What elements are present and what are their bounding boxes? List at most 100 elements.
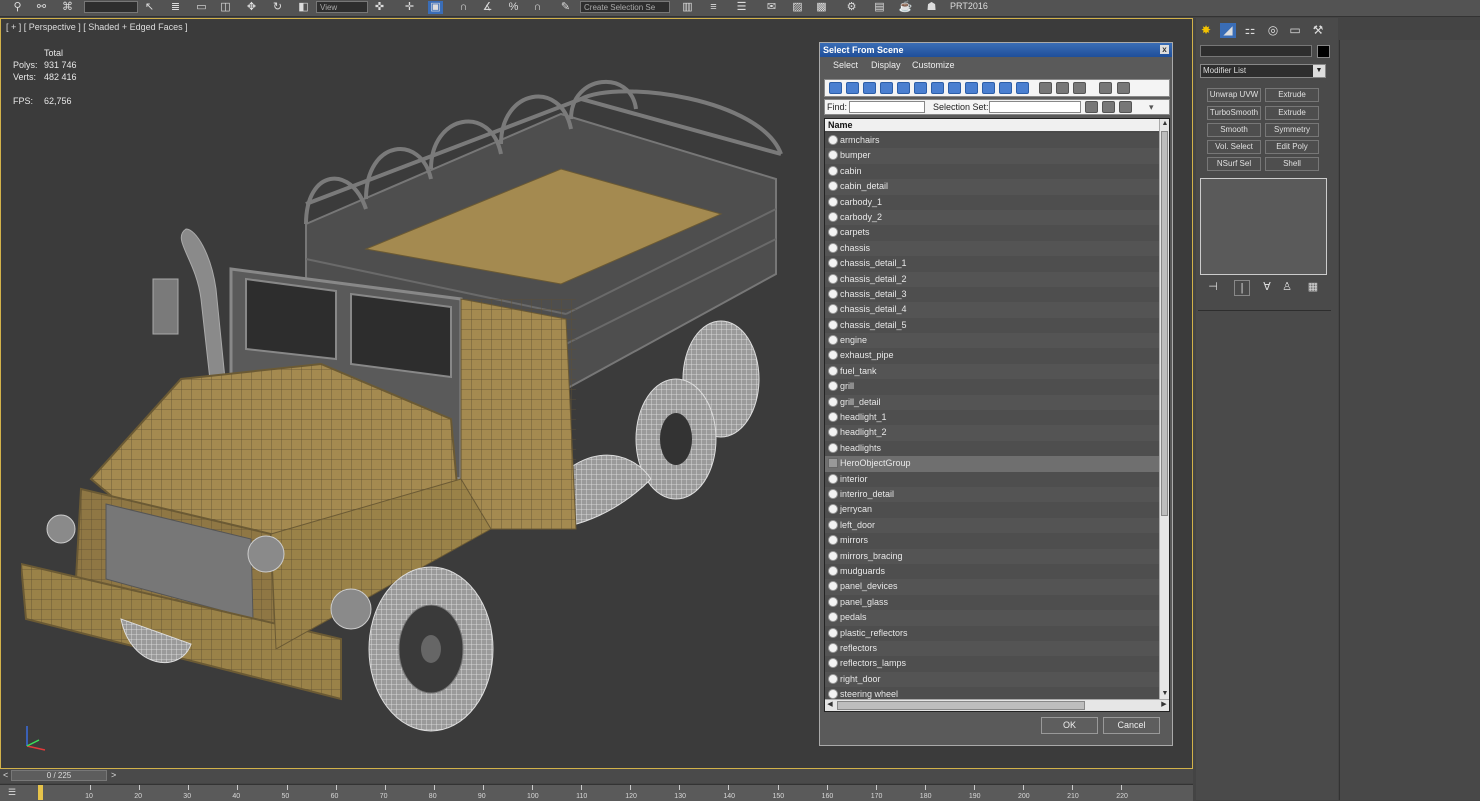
extrude-button-2[interactable]: Extrude: [1265, 106, 1319, 120]
list-item[interactable]: pedals: [825, 610, 1160, 626]
time-next-button[interactable]: >: [111, 770, 116, 780]
pin-stack-icon[interactable]: ⊣: [1206, 280, 1220, 294]
render-production-icon[interactable]: ☕: [898, 1, 913, 14]
select-object-icon[interactable]: ↖: [142, 1, 157, 14]
menu-select[interactable]: Select: [833, 60, 858, 70]
scene-object-list[interactable]: Name armchairs bumper cabin cabin_detail car…: [824, 118, 1170, 712]
list-item[interactable]: cabin: [825, 163, 1160, 180]
show-end-result-icon[interactable]: |: [1234, 280, 1250, 296]
reference-coordinate-combo[interactable]: View: [316, 1, 368, 13]
list-item[interactable]: fuel_tank: [825, 363, 1160, 380]
display-frozen-icon[interactable]: [999, 82, 1012, 94]
list-item[interactable]: interior: [825, 471, 1160, 487]
expand-chevron-icon[interactable]: ▾: [1149, 102, 1154, 113]
move-icon[interactable]: ✥: [244, 1, 259, 14]
turbosmooth-button[interactable]: TurboSmooth: [1207, 106, 1261, 120]
select-invert-icon[interactable]: [1073, 82, 1086, 94]
object-name-field[interactable]: [1200, 45, 1312, 57]
column-header-name[interactable]: Name: [825, 119, 1161, 131]
smooth-button[interactable]: Smooth: [1207, 123, 1261, 137]
vol-select-button[interactable]: Vol. Select: [1207, 140, 1261, 154]
bind-space-warp-icon[interactable]: ⌘: [60, 1, 75, 14]
selection-set-add-icon[interactable]: [1085, 101, 1098, 113]
display-hidden-icon[interactable]: [1016, 82, 1029, 94]
scroll-down-icon[interactable]: ▼: [1160, 689, 1169, 699]
select-none-icon[interactable]: [1056, 82, 1069, 94]
rendered-frame-icon[interactable]: ▤: [872, 1, 887, 14]
horizontal-scroll-thumb[interactable]: [837, 701, 1085, 710]
unlink-icon[interactable]: ⚯: [34, 1, 49, 14]
display-helpers-icon[interactable]: [897, 82, 910, 94]
selection-filter-combo[interactable]: [84, 1, 138, 13]
list-item[interactable]: plastic_reflectors: [825, 625, 1160, 641]
pivot-icon[interactable]: ✜: [372, 1, 387, 14]
list-item[interactable]: bumper: [825, 148, 1160, 164]
configure-modifier-sets-icon[interactable]: ▦: [1306, 280, 1320, 294]
unwrap-uvw-button[interactable]: Unwrap UVW: [1207, 88, 1261, 102]
align-icon[interactable]: ≡: [706, 1, 721, 14]
list-item[interactable]: panel_devices: [825, 579, 1160, 595]
list-item[interactable]: HeroObjectGroup: [825, 456, 1160, 472]
render-setup-icon[interactable]: ⚙: [844, 1, 859, 14]
list-item[interactable]: carpets: [825, 225, 1160, 241]
list-item[interactable]: grill: [825, 379, 1160, 395]
filter-icon[interactable]: [1099, 82, 1112, 94]
time-cursor[interactable]: [38, 785, 43, 800]
extrude-button[interactable]: Extrude: [1265, 88, 1319, 102]
display-groups-icon[interactable]: [931, 82, 944, 94]
hierarchy-tab-icon[interactable]: ⚏: [1242, 23, 1258, 38]
list-item[interactable]: chassis_detail_4: [825, 302, 1160, 318]
link-icon[interactable]: ⚲: [10, 1, 25, 14]
list-item[interactable]: panel_glass: [825, 594, 1160, 611]
curve-editor-icon[interactable]: ✉: [764, 1, 779, 14]
vertical-scroll-thumb[interactable]: [1161, 131, 1168, 516]
list-item[interactable]: chassis_detail_1: [825, 256, 1160, 272]
list-item[interactable]: right_door: [825, 671, 1160, 688]
display-xrefs-icon[interactable]: [948, 82, 961, 94]
display-cameras-icon[interactable]: [880, 82, 893, 94]
list-item[interactable]: jerrycan: [825, 502, 1160, 518]
render-iterative-icon[interactable]: ☗: [924, 1, 939, 14]
list-item[interactable]: reflectors: [825, 640, 1160, 657]
horizontal-scrollbar[interactable]: ◀ ▶: [825, 699, 1169, 711]
list-item[interactable]: armchairs: [825, 133, 1160, 149]
list-item[interactable]: mudguards: [825, 563, 1160, 580]
display-bones-icon[interactable]: [965, 82, 978, 94]
list-item[interactable]: headlight_1: [825, 410, 1160, 426]
named-selection-set-combo[interactable]: Create Selection Se: [580, 1, 670, 13]
mirror-icon[interactable]: ▥: [680, 1, 695, 14]
menu-display[interactable]: Display: [871, 60, 901, 70]
list-item[interactable]: grill_detail: [825, 394, 1160, 411]
make-unique-icon[interactable]: ∀: [1260, 280, 1274, 294]
list-item[interactable]: chassis_detail_5: [825, 317, 1160, 334]
material-editor-icon[interactable]: ▩: [814, 1, 829, 14]
schematic-view-icon[interactable]: ▨: [790, 1, 805, 14]
remove-modifier-icon[interactable]: ♙: [1280, 280, 1294, 294]
track-bar-menu-icon[interactable]: ☰: [8, 787, 16, 798]
list-item[interactable]: mirrors_bracing: [825, 548, 1160, 564]
viewport-label[interactable]: [ + ] [ Perspective ] [ Shaded + Edged F…: [6, 22, 188, 32]
list-item[interactable]: carbody_1: [825, 194, 1160, 210]
motion-tab-icon[interactable]: ◎: [1265, 23, 1281, 38]
list-item[interactable]: left_door: [825, 517, 1160, 534]
select-manipulate-icon[interactable]: ✛: [402, 1, 417, 14]
edit-named-selection-icon[interactable]: ✎: [558, 1, 573, 14]
snaps-toggle-icon[interactable]: ∩: [456, 1, 471, 14]
scroll-left-icon[interactable]: ◀: [825, 700, 835, 710]
selection-set-combo[interactable]: [989, 101, 1081, 113]
list-item[interactable]: mirrors: [825, 533, 1160, 549]
time-prev-button[interactable]: <: [3, 770, 8, 780]
rect-selection-icon[interactable]: ▭: [194, 1, 209, 14]
window-crossing-icon[interactable]: ◫: [218, 1, 233, 14]
list-item[interactable]: cabin_detail: [825, 179, 1160, 195]
shell-button[interactable]: Shell: [1265, 157, 1319, 171]
list-item[interactable]: interiro_detail: [825, 486, 1160, 503]
modifier-list-dropdown[interactable]: Modifier List ▼: [1200, 64, 1326, 78]
select-all-icon[interactable]: [1039, 82, 1052, 94]
scroll-up-icon[interactable]: ▲: [1160, 119, 1169, 129]
display-lights-icon[interactable]: [863, 82, 876, 94]
track-bar-ruler[interactable]: ☰ 10 20 30 40 50 60 70 80 90 100 110 120 130 140 150 16…: [0, 784, 1193, 801]
display-spacewarps-icon[interactable]: [914, 82, 927, 94]
select-by-name-icon[interactable]: ≣: [168, 1, 183, 14]
utilities-tab-icon[interactable]: ⚒: [1310, 23, 1326, 38]
